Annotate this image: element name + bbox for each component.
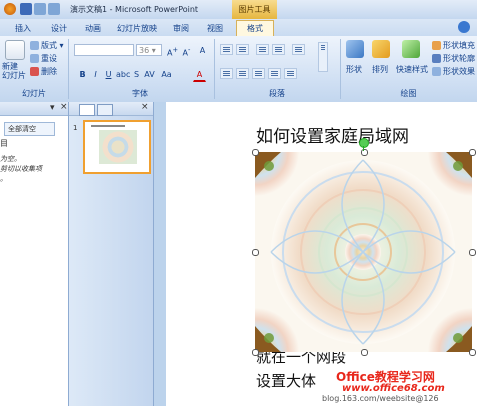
tab-design[interactable]: 设计: [44, 21, 74, 36]
clipboard-pane: ▾ × 全部清空 目 为空。 剪切以收集项 。: [0, 102, 69, 406]
spacing-button[interactable]: AV: [143, 68, 156, 81]
slides-tab[interactable]: [79, 104, 95, 116]
drawing-group-label: 绘图: [400, 89, 417, 98]
resize-handle[interactable]: [252, 249, 259, 256]
columns-icon[interactable]: [284, 68, 297, 79]
reset-icon: [30, 54, 39, 63]
thumbnail-picture: [99, 130, 137, 164]
undo-icon[interactable]: [34, 3, 46, 15]
resize-handle[interactable]: [361, 349, 368, 356]
shapes-button[interactable]: 形状: [346, 64, 362, 75]
justify-icon[interactable]: [268, 68, 281, 79]
italic-button[interactable]: I: [89, 68, 102, 81]
slide-number: 1: [73, 124, 78, 132]
window-title: 演示文稿1 - Microsoft PowerPoint: [70, 5, 199, 14]
pane-label: 目: [0, 139, 8, 148]
shape-fill-button[interactable]: 形状填充: [432, 40, 475, 51]
clipboard-message: 为空。 剪切以收集项 。: [0, 155, 42, 183]
selected-picture[interactable]: [255, 152, 472, 352]
effects-icon: [432, 67, 441, 76]
watermark-url: www.office68.com: [342, 383, 445, 394]
pattern-image: [255, 152, 472, 352]
line-spacing-icon[interactable]: [292, 44, 305, 55]
shape-outline-button[interactable]: 形状轮廓: [432, 53, 475, 64]
rotate-handle[interactable]: [359, 138, 369, 148]
align-center-icon[interactable]: [236, 68, 249, 79]
align-left-icon[interactable]: [220, 68, 233, 79]
shrink-font-button[interactable]: A-: [180, 44, 193, 58]
ribbon: 新建 幻灯片 版式 ▾ 重设 删除 幻灯片 36 ▾ A+ A- A B I U…: [0, 36, 477, 103]
slides-group-label: 幻灯片: [22, 89, 46, 98]
delete-button[interactable]: 删除: [30, 66, 57, 77]
clipboard-pane-header: ▾ ×: [0, 102, 68, 116]
outline-pen-icon: [432, 54, 441, 63]
text-direction-icon[interactable]: [318, 42, 328, 72]
help-icon[interactable]: [458, 21, 470, 33]
grow-font-button[interactable]: A+: [166, 44, 179, 58]
tab-animation[interactable]: 动画: [78, 21, 108, 36]
delete-icon: [30, 67, 39, 76]
reset-button[interactable]: 重设: [30, 53, 57, 64]
change-case-button[interactable]: Aa: [160, 68, 173, 81]
font-name-combo[interactable]: [74, 44, 134, 56]
slides-pane-tabs: ×: [69, 102, 153, 116]
clear-all-button[interactable]: 全部清空: [4, 122, 55, 136]
shadow-button[interactable]: S: [130, 68, 143, 81]
resize-handle[interactable]: [469, 349, 476, 356]
new-slide-button[interactable]: 新建 幻灯片: [2, 62, 26, 80]
quick-styles-icon: [402, 40, 420, 58]
new-slide-icon: [5, 40, 25, 60]
tab-review[interactable]: 审阅: [166, 21, 196, 36]
office-button-icon[interactable]: [4, 3, 16, 15]
slides-pane: × 1: [69, 102, 154, 406]
tab-format[interactable]: 格式: [236, 20, 274, 37]
layout-button[interactable]: 版式 ▾: [30, 40, 64, 51]
paragraph-group-label: 段落: [269, 89, 285, 98]
outline-tab[interactable]: [97, 104, 113, 116]
bold-button[interactable]: B: [76, 68, 89, 81]
slide-body-line[interactable]: 设置大体: [256, 370, 316, 391]
shapes-icon: [346, 40, 364, 58]
numbering-icon[interactable]: [236, 44, 249, 55]
underline-button[interactable]: U: [102, 68, 115, 81]
font-size-combo[interactable]: 36 ▾: [136, 44, 162, 56]
rotate-stem: [363, 146, 364, 151]
quick-styles-button[interactable]: 快速样式: [396, 64, 428, 75]
bullets-icon[interactable]: [220, 44, 233, 55]
save-icon[interactable]: [20, 3, 32, 15]
tab-slideshow[interactable]: 幻灯片放映: [112, 21, 162, 36]
slide-title[interactable]: 如何设置家庭局域网: [256, 122, 409, 147]
increase-indent-icon[interactable]: [272, 44, 285, 55]
decrease-indent-icon[interactable]: [256, 44, 269, 55]
slide-thumbnail[interactable]: [83, 120, 151, 174]
clear-format-button[interactable]: A: [196, 44, 209, 57]
thumbnail-title: [91, 125, 125, 127]
arrange-icon: [372, 40, 390, 58]
close-icon[interactable]: ×: [141, 102, 149, 112]
align-right-icon[interactable]: [252, 68, 265, 79]
font-color-button[interactable]: A: [193, 68, 206, 82]
close-icon[interactable]: ×: [60, 102, 68, 112]
tab-insert[interactable]: 插入: [8, 21, 38, 36]
resize-handle[interactable]: [469, 149, 476, 156]
strikethrough-button[interactable]: abc: [115, 68, 130, 81]
redo-icon[interactable]: [48, 3, 60, 15]
font-group-label: 字体: [132, 89, 148, 98]
shape-effects-button[interactable]: 形状效果: [432, 66, 475, 77]
title-bar: 演示文稿1 - Microsoft PowerPoint 图片工具: [0, 0, 477, 20]
tab-view[interactable]: 视图: [200, 21, 230, 36]
watermark-blog: blog.163.com/weebsite@126: [322, 394, 439, 403]
layout-icon: [30, 41, 39, 50]
fill-bucket-icon: [432, 41, 441, 50]
resize-handle[interactable]: [252, 149, 259, 156]
picture-tools-context-tab: 图片工具: [232, 0, 277, 19]
pane-dropdown-icon[interactable]: ▾: [50, 103, 55, 113]
resize-handle[interactable]: [252, 349, 259, 356]
resize-handle[interactable]: [469, 249, 476, 256]
arrange-button[interactable]: 排列: [372, 64, 388, 75]
ribbon-tabs: 插入 设计 动画 幻灯片放映 审阅 视图 格式: [0, 19, 477, 37]
